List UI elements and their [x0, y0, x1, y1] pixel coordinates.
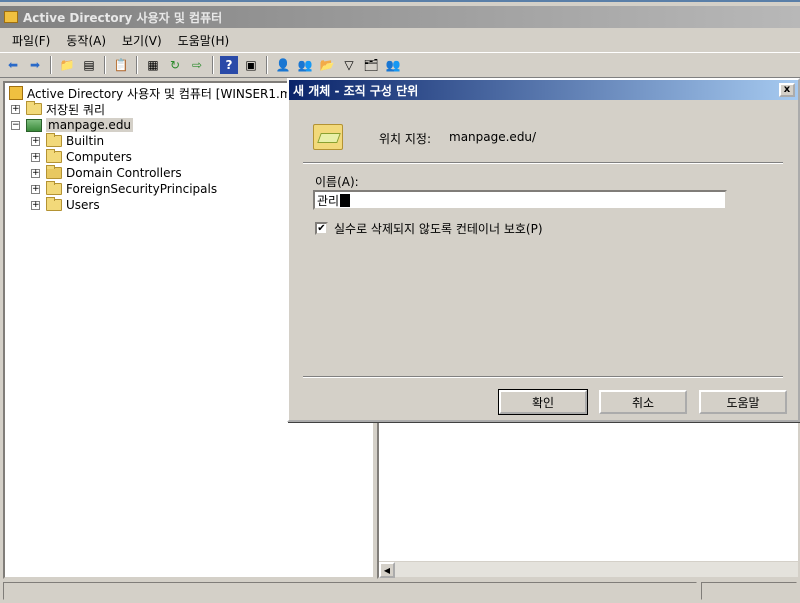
expand-icon[interactable]: + — [31, 200, 40, 210]
expand-icon[interactable]: + — [31, 152, 40, 162]
console-icon[interactable]: ▣ — [242, 56, 260, 74]
tree-item-domain-controllers[interactable]: + Domain Controllers — [31, 165, 182, 181]
refresh-icon[interactable]: ↻ — [166, 56, 184, 74]
tree-child-label: Builtin — [66, 134, 105, 148]
help-icon[interactable]: ? — [220, 56, 238, 74]
protect-checkbox[interactable]: ✔ — [315, 222, 328, 235]
new-user-icon[interactable]: 👤 — [274, 56, 292, 74]
text-caret — [340, 193, 351, 207]
back-icon[interactable]: ⬅ — [4, 56, 22, 74]
expand-icon[interactable]: + — [31, 136, 40, 146]
menu-view[interactable]: 보기(V) — [114, 30, 170, 51]
new-group-icon[interactable]: 👥 — [296, 56, 314, 74]
status-cell-secondary — [701, 582, 797, 600]
dialog-title: 새 개체 - 조직 구성 단위 — [293, 83, 419, 98]
divider — [303, 376, 783, 378]
main-title: Active Directory 사용자 및 컴퓨터 — [23, 10, 223, 25]
forward-icon[interactable]: ➡ — [26, 56, 44, 74]
protect-checkbox-row[interactable]: ✔ 실수로 삭제되지 않도록 컨테이너 보호(P) — [315, 220, 543, 237]
main-titlebar: Active Directory 사용자 및 컴퓨터 — [0, 6, 800, 28]
toolbar-separator — [212, 56, 214, 74]
toolbar-separator — [50, 56, 52, 74]
location-label: 위치 지정: — [379, 132, 432, 146]
tree-item-saved-queries[interactable]: + 저장된 쿼리 — [11, 101, 105, 117]
divider — [303, 162, 783, 164]
dialog-titlebar: 새 개체 - 조직 구성 단위 x — [289, 80, 798, 100]
ou-icon — [46, 165, 62, 179]
horizontal-scrollbar[interactable]: ◀ — [379, 561, 798, 578]
ad-root-icon — [9, 86, 23, 100]
tree-item-builtin[interactable]: + Builtin — [31, 133, 104, 149]
domain-icon — [26, 118, 42, 132]
tree-child-label: Domain Controllers — [66, 166, 182, 180]
menu-bar: 파일(F) 동작(A) 보기(V) 도움말(H) — [0, 29, 800, 51]
name-input[interactable]: 관리 — [313, 190, 727, 210]
tree-root-label: Active Directory 사용자 및 컴퓨터 [WINSER1.m — [27, 86, 292, 101]
expand-icon[interactable]: + — [31, 168, 40, 178]
expand-icon[interactable]: + — [11, 104, 20, 114]
menu-action[interactable]: 동작(A) — [58, 30, 114, 51]
tree-item-foreign-security-principals[interactable]: + ForeignSecurityPrincipals — [31, 181, 217, 197]
properties-icon[interactable]: ▦ — [144, 56, 162, 74]
folder-icon — [46, 181, 62, 195]
ad-console-icon — [4, 11, 18, 23]
protect-checkbox-label: 실수로 삭제되지 않도록 컨테이너 보호(P) — [334, 222, 543, 236]
scroll-left-icon[interactable]: ◀ — [379, 562, 395, 578]
tree-item-computers[interactable]: + Computers — [31, 149, 132, 165]
toolbar: ⬅ ➡ 📁 ▤ 📋 ▦ ↻ ⇨ ? ▣ 👤 👥 📂 ▽ 🗂 👥 — [0, 52, 800, 78]
tree-child-label: Computers — [66, 150, 132, 164]
filter-icon[interactable]: ▽ — [340, 56, 358, 74]
tree-item-domain[interactable]: − manpage.edu — [11, 117, 134, 133]
folder-icon — [46, 149, 62, 163]
folder-icon — [46, 197, 62, 211]
ou-folder-icon — [313, 124, 343, 150]
folder-icon — [46, 133, 62, 147]
add-to-group-icon[interactable]: 🗂 — [362, 56, 380, 74]
status-cell-main — [3, 582, 697, 600]
show-tree-icon[interactable]: ▤ — [80, 56, 98, 74]
expand-icon[interactable]: + — [31, 184, 40, 194]
menu-help[interactable]: 도움말(H) — [170, 30, 238, 51]
tree-item-users[interactable]: + Users — [31, 197, 100, 213]
export-icon[interactable]: ⇨ — [188, 56, 206, 74]
close-button[interactable]: x — [779, 83, 795, 97]
ok-button[interactable]: 확인 — [498, 389, 588, 415]
tree-saved-queries-label: 저장된 쿼리 — [46, 102, 106, 117]
folder-icon — [26, 101, 42, 115]
clipboard-icon[interactable]: 📋 — [112, 56, 130, 74]
menu-file[interactable]: 파일(F) — [4, 30, 58, 51]
help-button[interactable]: 도움말 — [699, 390, 787, 414]
tree-child-label: ForeignSecurityPrincipals — [66, 182, 218, 196]
new-ou-dialog: 새 개체 - 조직 구성 단위 x 위치 지정: manpage.edu/ 이름… — [287, 78, 800, 422]
new-ou-icon[interactable]: 📂 — [318, 56, 336, 74]
name-label: 이름(A): — [315, 175, 359, 189]
cancel-button[interactable]: 취소 — [599, 390, 687, 414]
collapse-icon[interactable]: − — [11, 120, 20, 130]
toolbar-separator — [266, 56, 268, 74]
close-icon: x — [783, 84, 791, 95]
toolbar-separator — [104, 56, 106, 74]
toolbar-separator — [136, 56, 138, 74]
tree-item-root[interactable]: Active Directory 사용자 및 컴퓨터 [WINSER1.m — [9, 85, 292, 101]
name-input-value: 관리 — [317, 193, 340, 208]
tree-child-label: Users — [66, 198, 100, 212]
location-value: manpage.edu/ — [449, 130, 537, 144]
delegate-icon[interactable]: 👥 — [384, 56, 402, 74]
tree-domain-label: manpage.edu — [46, 118, 134, 132]
status-bar — [0, 581, 800, 601]
up-folder-icon[interactable]: 📁 — [58, 56, 76, 74]
